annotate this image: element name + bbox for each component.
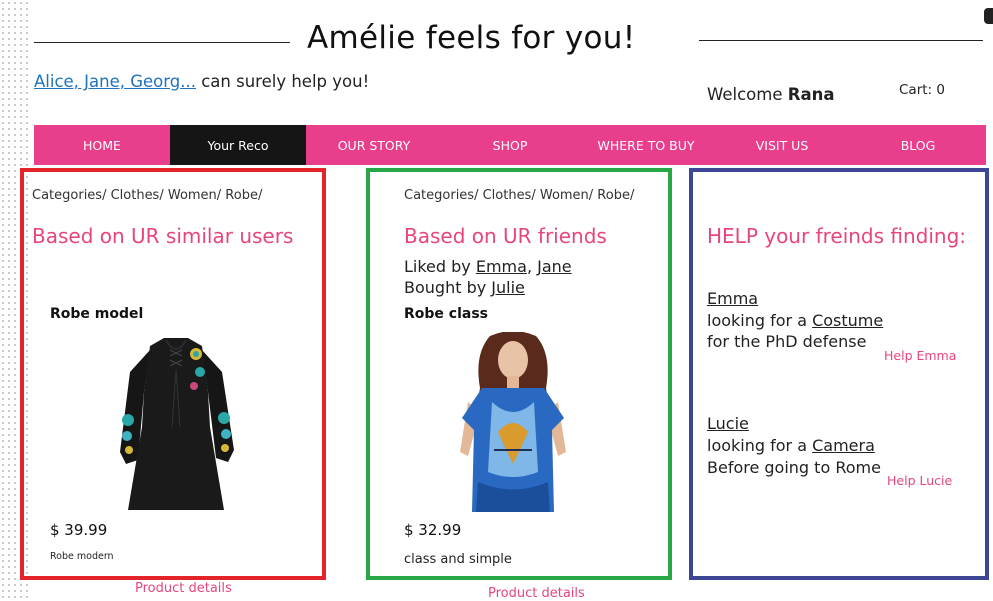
nav-home[interactable]: HOME [34,125,170,165]
liked-by-line: Liked by Emma, Jane [404,256,572,277]
nav-your-reco[interactable]: Your Reco [170,125,306,165]
help-heading: HELP your freinds finding: [707,224,967,248]
request-item-line: looking for a Camera [707,435,875,456]
nav-our-story[interactable]: OUR STORY [306,125,442,165]
nav-where-to-buy[interactable]: WHERE TO BUY [578,125,714,165]
friend-link-emma[interactable]: Emma [707,289,758,308]
friend-link-lucie[interactable]: Lucie [707,414,749,433]
product-name: Robe class [404,306,488,322]
breadcrumb: Categories/ Clothes/ Women/ Robe/ [404,188,635,203]
site-title: Amélie feels for you! [307,20,636,56]
nav-shop[interactable]: SHOP [442,125,578,165]
main-nav: HOME Your Reco OUR STORY SHOP WHERE TO B… [34,125,986,165]
product-price: $ 32.99 [404,521,462,539]
liked-separator: , [526,257,538,276]
product-description: Robe modern [50,551,114,562]
request-reason: Before going to Rome [707,458,881,477]
looking-prefix: looking for a [707,311,813,330]
product-name: Robe model [50,306,144,322]
product-details-link[interactable]: Product details [135,581,232,596]
item-link-costume[interactable]: Costume [812,311,883,330]
dress-blue-image[interactable] [438,331,588,512]
dress-black-image[interactable] [110,332,242,512]
friend-link-jane[interactable]: Jane [537,257,572,276]
friend-link-emma[interactable]: Emma [476,257,527,276]
request-item-line: looking for a Costume [707,310,883,331]
welcome-user: Rana [787,85,835,104]
help-emma-link[interactable]: Help Emma [884,348,956,363]
product-price: $ 39.99 [50,521,108,539]
request-name: Lucie [707,413,749,434]
title-rule-right [699,40,983,41]
product-details-link[interactable]: Product details [488,586,585,601]
helpers-line: Alice, Jane, Georg... can surely help yo… [34,72,369,91]
cart-link[interactable]: Cart: 0 [899,82,945,98]
nav-blog[interactable]: BLOG [850,125,986,165]
request-name: Emma [707,288,758,309]
helpers-text: can surely help you! [195,72,370,91]
corner-icon [984,8,993,24]
breadcrumb: Categories/ Clothes/ Women/ Robe/ [32,188,263,203]
bought-by-line: Bought by Julie [404,277,525,298]
welcome-prefix: Welcome [707,85,788,104]
nav-visit-us[interactable]: VISIT US [714,125,850,165]
help-lucie-link[interactable]: Help Lucie [887,473,952,488]
title-rule-left [34,42,290,43]
helpers-link[interactable]: Alice, Jane, Georg... [34,72,196,91]
similar-users-heading: Based on UR similar users [32,224,294,248]
friends-heading: Based on UR friends [404,224,607,248]
looking-prefix: looking for a [707,436,813,455]
bought-prefix: Bought by [404,278,492,297]
product-description: class and simple [404,552,512,567]
welcome-message: Welcome Rana [707,85,834,104]
item-link-camera[interactable]: Camera [812,436,875,455]
liked-prefix: Liked by [404,257,476,276]
request-reason: for the PhD defense [707,332,867,351]
friend-link-julie[interactable]: Julie [491,278,525,297]
